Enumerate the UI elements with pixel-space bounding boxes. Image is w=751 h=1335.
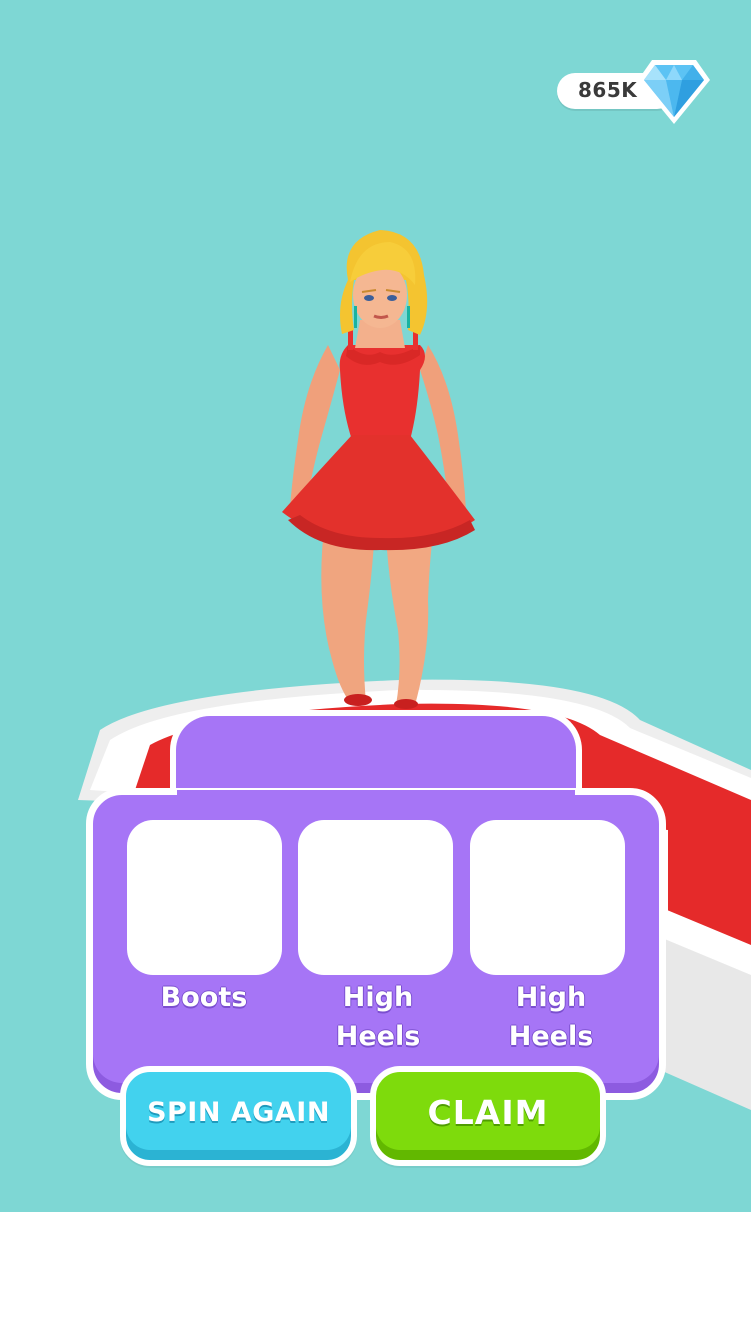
- reward-slot-2: [298, 820, 453, 975]
- reward-slot-1: [127, 820, 282, 975]
- panel-joint: [177, 790, 575, 804]
- character-model: [282, 230, 475, 709]
- spin-again-button[interactable]: SPIN AGAIN: [120, 1066, 357, 1166]
- claim-label: CLAIM: [427, 1092, 549, 1132]
- claim-button[interactable]: CLAIM: [370, 1066, 606, 1166]
- bottom-bar: [0, 1212, 751, 1335]
- reward-slot-2-label: High Heels: [335, 982, 421, 1052]
- diamond-icon: [638, 60, 710, 124]
- gem-count: 865K: [578, 78, 638, 102]
- reward-slot-1-label: Boots: [160, 982, 248, 1013]
- reward-slot-3-label: High Heels: [508, 982, 594, 1052]
- game-scene: 865K Boots High Heels High Heels SPIN AG…: [0, 0, 751, 1212]
- reward-slot-3: [470, 820, 625, 975]
- spin-again-label: SPIN AGAIN: [147, 1096, 330, 1128]
